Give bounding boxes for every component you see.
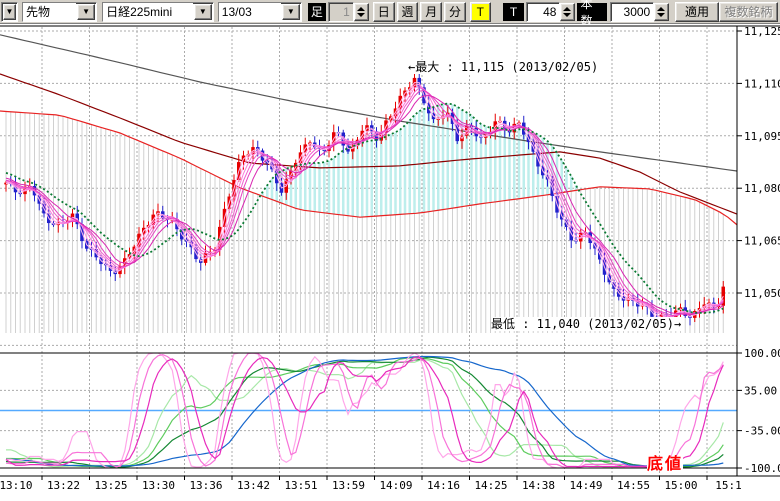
svg-text:13:10: 13:10 xyxy=(0,479,33,492)
contract-month-value: 13/03 xyxy=(219,3,281,21)
symbol-select-value: 日経225mini xyxy=(103,3,193,21)
svg-text:13:59: 13:59 xyxy=(332,479,365,492)
spinner-arrows-icon[interactable] xyxy=(654,3,669,21)
honsu-label: 本数 xyxy=(577,3,607,21)
svg-text:35.00: 35.00 xyxy=(744,384,777,397)
svg-text:14:16: 14:16 xyxy=(427,479,460,492)
svg-text:11,050: 11,050 xyxy=(744,287,780,300)
interval-stepper[interactable]: 1 xyxy=(328,2,369,22)
svg-text:13:22: 13:22 xyxy=(47,479,80,492)
min-price-annotation: 最低 : 11,040 (2013/02/05)→ xyxy=(491,317,681,331)
svg-text:13:30: 13:30 xyxy=(142,479,175,492)
svg-text:11,110: 11,110 xyxy=(744,77,780,90)
spinner-arrows-icon[interactable] xyxy=(354,3,369,21)
svg-text:14:55: 14:55 xyxy=(617,479,650,492)
t-label: T xyxy=(503,3,525,21)
svg-text:13:51: 13:51 xyxy=(284,479,317,492)
period-day-button[interactable]: 日 xyxy=(373,2,395,22)
svg-text:13:36: 13:36 xyxy=(189,479,222,492)
svg-text:14:25: 14:25 xyxy=(474,479,507,492)
period-minute-button[interactable]: 分 xyxy=(444,2,466,22)
svg-text:15:1: 15:1 xyxy=(715,479,742,492)
trading-chart-window: ▼ 先物 ▼ 日経225mini ▼ 13/03 ▼ 足 1 日 週 月 分 T… xyxy=(0,0,780,501)
bottom-price-label: 底値 xyxy=(647,457,683,471)
chart-area: 11,125 11,110 11,095 11,080 11,065 11,050 100.… xyxy=(0,24,780,501)
svg-text:14:09: 14:09 xyxy=(379,479,412,492)
left-partial-combobox[interactable]: ▼ xyxy=(1,2,18,22)
svg-text:13:25: 13:25 xyxy=(94,479,127,492)
ashi-label: 足 xyxy=(308,3,326,21)
interval-value[interactable]: 1 xyxy=(328,2,354,22)
svg-text:13:42: 13:42 xyxy=(237,479,270,492)
market-select-value: 先物 xyxy=(23,3,76,21)
svg-text:15:00: 15:00 xyxy=(664,479,697,492)
contract-month-select[interactable]: 13/03 ▼ xyxy=(218,2,302,22)
toolbar: ▼ 先物 ▼ 日経225mini ▼ 13/03 ▼ 足 1 日 週 月 分 T… xyxy=(0,0,780,24)
chevron-down-icon[interactable]: ▼ xyxy=(3,4,16,20)
apply-button[interactable]: 適用 xyxy=(675,2,719,22)
svg-text:14:49: 14:49 xyxy=(569,479,602,492)
symbol-select[interactable]: 日経225mini ▼ xyxy=(102,2,214,22)
bars-value[interactable]: 48 xyxy=(526,2,560,22)
svg-text:11,125: 11,125 xyxy=(744,25,780,38)
svg-text:14:38: 14:38 xyxy=(522,479,555,492)
max-price-annotation: ←最大 : 11,115 (2013/02/05) xyxy=(408,60,598,74)
price-chart-canvas[interactable]: 11,125 11,110 11,095 11,080 11,065 11,050 100.… xyxy=(0,24,780,501)
svg-text:11,065: 11,065 xyxy=(744,235,780,248)
svg-text:11,095: 11,095 xyxy=(744,130,780,143)
svg-text:-35.00: -35.00 xyxy=(744,425,780,438)
count-value[interactable]: 3000 xyxy=(610,2,654,22)
market-select[interactable]: 先物 ▼ xyxy=(22,2,97,22)
count-stepper[interactable]: 3000 xyxy=(610,2,669,22)
period-month-button[interactable]: 月 xyxy=(420,2,442,22)
multi-symbol-button[interactable]: 複数銘柄 xyxy=(719,2,778,22)
chevron-down-icon[interactable]: ▼ xyxy=(77,4,95,20)
svg-text:100.00: 100.00 xyxy=(744,347,780,360)
period-week-button[interactable]: 週 xyxy=(397,2,419,22)
chevron-down-icon[interactable]: ▼ xyxy=(282,4,300,20)
spinner-arrows-icon[interactable] xyxy=(560,3,575,21)
chevron-down-icon[interactable]: ▼ xyxy=(194,4,212,20)
svg-text:-100.00: -100.00 xyxy=(744,462,780,475)
svg-text:11,080: 11,080 xyxy=(744,182,780,195)
bars-stepper[interactable]: 48 xyxy=(526,2,575,22)
tick-toggle-button[interactable]: T xyxy=(470,2,491,22)
